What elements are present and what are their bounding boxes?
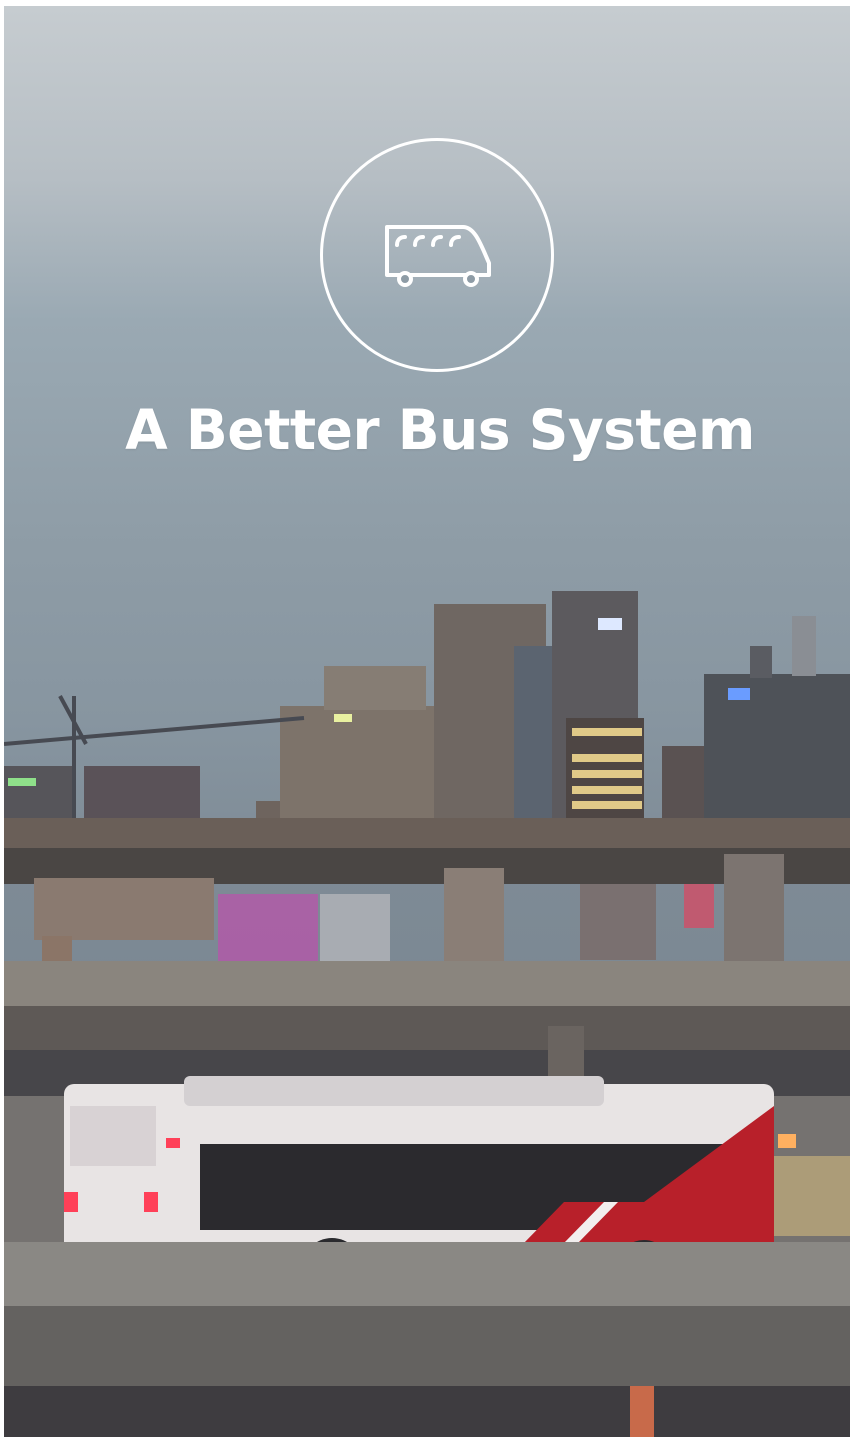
hero-banner: A Better Bus System bbox=[4, 6, 850, 1437]
skyline bbox=[4, 591, 850, 828]
hero-headline: A Better Bus System bbox=[125, 398, 755, 462]
bus-icon bbox=[385, 225, 491, 287]
hero-overlay: A Better Bus System bbox=[4, 6, 850, 526]
bus-badge bbox=[320, 138, 554, 372]
